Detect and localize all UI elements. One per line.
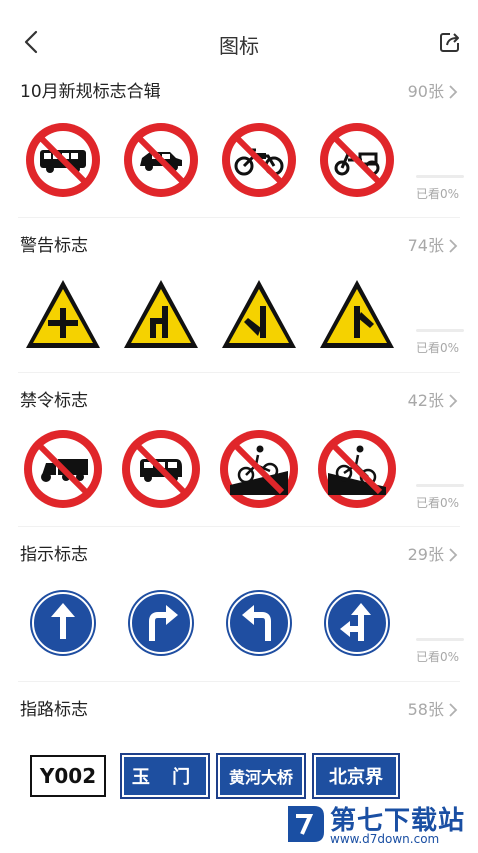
divider	[18, 372, 460, 373]
straight-or-left-sign[interactable]	[314, 583, 400, 663]
category-count: 74张	[407, 236, 444, 255]
sign-category-prohibition[interactable]: 禁令标志 42张 已看0%	[0, 389, 478, 544]
road-number-sign[interactable]: Y002	[30, 755, 106, 797]
chevron-right-icon[interactable]	[448, 84, 458, 100]
share-icon[interactable]	[438, 30, 462, 54]
view-progress: 已看0%	[416, 484, 464, 511]
sign-thumbnails	[20, 429, 410, 509]
no-tricycle-sign[interactable]	[314, 120, 400, 200]
chevron-right-icon[interactable]	[448, 702, 458, 718]
no-tractor-sign[interactable]	[20, 429, 106, 509]
progress-bar	[416, 638, 464, 641]
no-car-sign[interactable]	[118, 120, 204, 200]
progress-bar	[416, 484, 464, 487]
turn-left-sign[interactable]	[216, 583, 302, 663]
sign-category-warning[interactable]: 警告标志 74张 已看0%	[0, 234, 478, 389]
divider	[18, 217, 460, 218]
view-progress: 已看0%	[416, 329, 464, 356]
category-title: 10月新规标志合辑	[20, 82, 161, 102]
no-bicycle-uphill-sign[interactable]	[314, 429, 400, 509]
boundary-sign[interactable]: 北京界	[312, 753, 400, 799]
category-count: 42张	[407, 391, 444, 410]
side-road-warning-sign[interactable]	[118, 274, 204, 354]
category-count: 90张	[407, 82, 444, 101]
category-title: 指示标志	[20, 545, 88, 565]
sign-category-mandatory[interactable]: 指示标志 29张 已看0%	[0, 543, 478, 698]
straight-ahead-sign[interactable]	[20, 583, 106, 663]
progress-label: 已看0%	[416, 496, 460, 510]
category-title: 警告标志	[20, 236, 88, 256]
bridge-name-sign[interactable]: 黄河大桥	[216, 753, 306, 799]
page-title: 图标	[219, 34, 259, 58]
chevron-right-icon[interactable]	[448, 547, 458, 563]
progress-bar	[416, 329, 464, 332]
site-watermark: 第七下载站 www.d7down.com	[282, 798, 478, 850]
chevron-right-icon[interactable]	[448, 393, 458, 409]
progress-label: 已看0%	[416, 187, 460, 201]
category-count: 29张	[407, 545, 444, 564]
sign-thumbnails	[20, 274, 410, 354]
no-van-sign[interactable]	[118, 429, 204, 509]
chevron-right-icon[interactable]	[448, 238, 458, 254]
progress-bar	[416, 175, 464, 178]
sign-thumbnails	[20, 583, 410, 663]
watermark-logo	[288, 806, 324, 842]
no-bicycle-downhill-sign[interactable]	[216, 429, 302, 509]
view-progress: 已看0%	[416, 175, 464, 202]
view-progress: 已看0%	[416, 638, 464, 665]
no-motorcycle-sign[interactable]	[216, 120, 302, 200]
side-road-left-warning-sign[interactable]	[216, 274, 302, 354]
category-count: 58张	[407, 700, 444, 719]
divider	[18, 526, 460, 527]
merge-warning-sign[interactable]	[314, 274, 400, 354]
progress-label: 已看0%	[416, 341, 460, 355]
divider	[18, 681, 460, 682]
category-title: 禁令标志	[20, 391, 88, 411]
place-name-sign[interactable]: 玉 门	[120, 753, 210, 799]
sign-thumbnails	[20, 120, 410, 200]
category-title: 指路标志	[20, 700, 88, 720]
crossroad-warning-sign[interactable]	[20, 274, 106, 354]
sign-category-new-rules[interactable]: 10月新规标志合辑 90张 已看0%	[0, 80, 478, 235]
progress-label: 已看0%	[416, 650, 460, 664]
top-bar: 图标	[0, 0, 478, 86]
no-bus-sign[interactable]	[20, 120, 106, 200]
watermark-url: www.d7down.com	[330, 832, 440, 846]
turn-right-sign[interactable]	[118, 583, 204, 663]
